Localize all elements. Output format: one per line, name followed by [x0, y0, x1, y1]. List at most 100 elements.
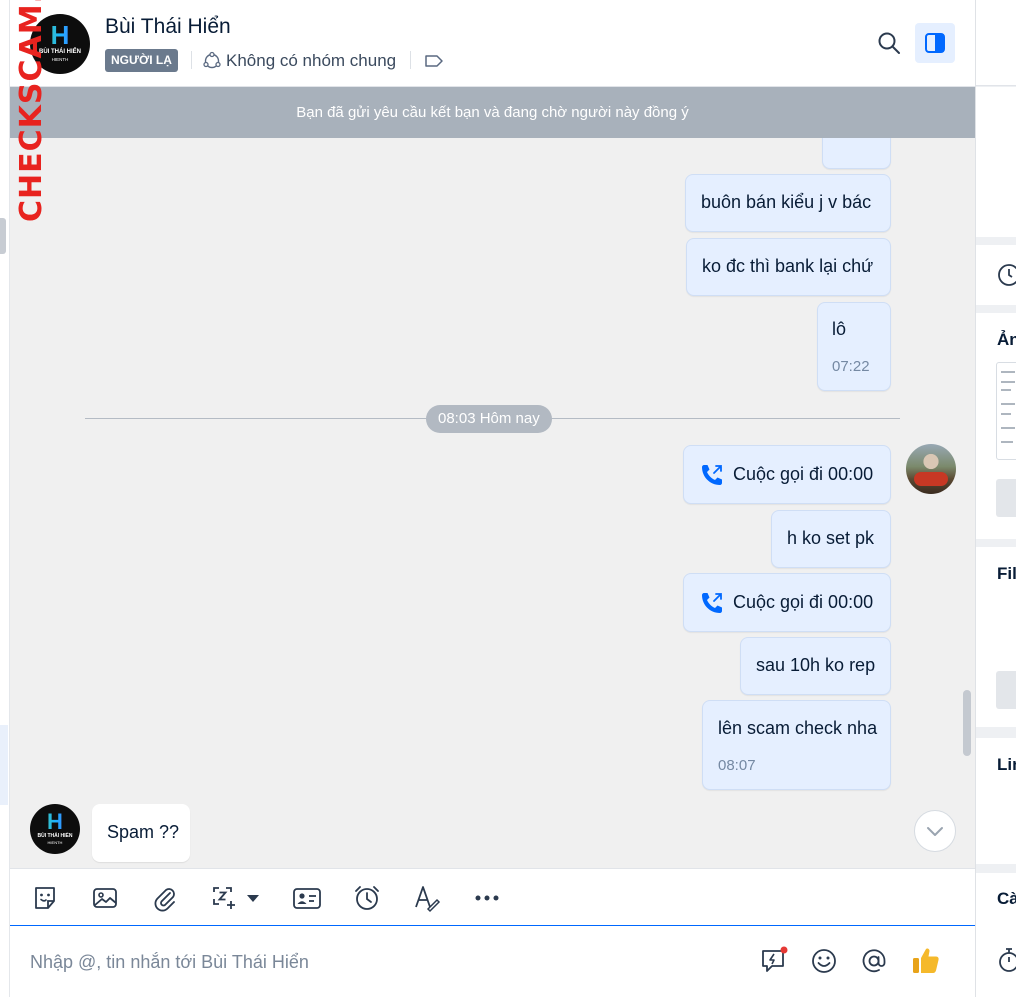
view-all-files-button[interactable]: [996, 671, 1016, 709]
call-message[interactable]: Cuộc gọi đi 00:00: [683, 573, 891, 632]
incoming-message-bubble[interactable]: Spam ??: [92, 804, 190, 862]
settings-section-label: Cà: [997, 889, 1016, 908]
stranger-badge: NGƯỜI LẠ: [105, 49, 178, 72]
my-avatar[interactable]: [906, 444, 956, 494]
call-label: Cuộc gọi đi 00:00: [733, 591, 874, 612]
divider: [410, 51, 411, 69]
message-bubble[interactable]: ko đc thì bank lại chứ: [686, 238, 891, 296]
more-options-button[interactable]: [472, 883, 502, 913]
chat-window: CHECKSCAM.INFO H BÙI THÁI HIỂN HIENTH Bù…: [0, 0, 1016, 997]
more-dots-icon: [475, 895, 499, 901]
alarm-clock-icon: [355, 886, 379, 910]
timer-icon: [999, 948, 1016, 972]
message-text: buôn bán kiểu j v bác: [701, 192, 872, 212]
avatar-logo-line2: HIENTH: [47, 840, 63, 845]
date-divider: 08:03 Hôm nay: [426, 405, 552, 433]
avatar-logo-line1: BÙI THÁI HIỂN: [39, 49, 81, 55]
reminder-button[interactable]: [352, 883, 382, 913]
scroll-to-bottom-button[interactable]: [914, 810, 956, 852]
message-time: 08:07: [718, 757, 756, 774]
group-icon: [203, 51, 221, 68]
reminder-section[interactable]: [976, 245, 1016, 305]
contact-avatar[interactable]: H BÙI THÁI HIỂN HIENTH: [30, 14, 90, 74]
message-bubble[interactable]: lên scam check nha 08:07: [702, 700, 891, 790]
quick-message-button[interactable]: [758, 945, 790, 977]
sidebar-scroll-handle[interactable]: [0, 218, 6, 254]
at-sign-icon: [862, 949, 886, 973]
thumbs-up-icon: [913, 948, 939, 973]
call-line: Cuộc gọi đi 00:00: [699, 590, 873, 616]
message-text: lô: [832, 319, 847, 339]
mention-button[interactable]: [858, 945, 890, 977]
emoji-icon: [812, 949, 836, 973]
outgoing-call-icon: [702, 465, 722, 485]
settings-section: Cà: [976, 873, 1016, 997]
conversation-header: H BÙI THÁI HIỂN HIENTH Bùi Thái Hiển NGƯ…: [10, 0, 975, 87]
label-tag-icon[interactable]: [423, 51, 445, 71]
quick-message-icon: [762, 946, 788, 972]
message-bubble[interactable]: buôn bán kiểu j v bác: [685, 174, 891, 232]
alarm-clock-icon: [998, 264, 1016, 286]
toggle-info-panel-button[interactable]: [915, 23, 955, 63]
outgoing-call-icon: [702, 593, 722, 613]
caret-down-icon: [247, 895, 259, 902]
message-text: lô: [838, 138, 852, 139]
sidebar-selected-item-edge[interactable]: [0, 725, 8, 805]
message-bubble[interactable]: lô: [822, 138, 891, 169]
links-section-label: Lin: [997, 755, 1016, 774]
side-panel-icon: [925, 33, 945, 53]
screenshot-icon: [213, 887, 235, 909]
info-panel-header: [976, 0, 1016, 86]
avatar-logo-line2: HIENTH: [51, 57, 69, 62]
avatar-logo-letter: H: [30, 22, 90, 48]
message-text: lên scam check nha: [718, 718, 878, 738]
call-label: Cuộc gọi đi 00:00: [733, 463, 874, 484]
images-section-label: Ản: [997, 330, 1016, 349]
image-thumbnail[interactable]: [996, 362, 1016, 460]
message-list[interactable]: lô buôn bán kiểu j v bác ko đc thì bank …: [10, 138, 975, 868]
sender-avatar[interactable]: H BÙI THÁI HIỂN HIENTH: [30, 804, 80, 854]
message-text: Spam ??: [107, 822, 180, 842]
screenshot-button[interactable]: [210, 883, 264, 913]
call-line: Cuộc gọi đi 00:00: [699, 462, 873, 488]
image-icon: [93, 888, 117, 908]
chat-scrollbar[interactable]: [963, 690, 971, 756]
contact-card-button[interactable]: [292, 883, 322, 913]
sticker-icon: [35, 887, 55, 909]
text-format-button[interactable]: [412, 883, 442, 913]
message-text: h ko set pk: [787, 528, 875, 548]
call-message[interactable]: Cuộc gọi đi 00:00: [683, 445, 891, 504]
view-all-images-button[interactable]: [996, 479, 1016, 517]
message-bubble[interactable]: h ko set pk: [771, 510, 891, 568]
search-icon[interactable]: [876, 30, 902, 56]
conversation-info-panel: Ản Fil Lin Cà: [975, 0, 1016, 997]
friend-request-banner: Bạn đã gửi yêu cầu kết bạn và đang chờ n…: [10, 87, 975, 138]
message-input[interactable]: [30, 947, 730, 977]
message-bubble[interactable]: lô 07:22: [817, 302, 891, 391]
common-groups[interactable]: Không có nhóm chung: [202, 49, 396, 72]
image-button[interactable]: [90, 883, 120, 913]
avatar-logo-letter: H: [30, 811, 80, 833]
text-format-icon: [415, 886, 441, 913]
composer: [10, 927, 975, 997]
attach-file-button[interactable]: [150, 883, 180, 913]
chevron-down-icon: [927, 827, 943, 836]
message-text: ko đc thì bank lại chứ: [702, 256, 874, 276]
files-section-label: Fil: [997, 564, 1016, 583]
divider: [191, 51, 192, 69]
contact-name[interactable]: Bùi Thái Hiển: [105, 15, 231, 39]
message-time: 07:22: [832, 358, 870, 375]
links-section: Lin: [976, 738, 1016, 864]
message-bubble[interactable]: sau 10h ko rep: [740, 637, 891, 695]
info-panel-profile: [976, 87, 1016, 237]
emoji-button[interactable]: [808, 945, 840, 977]
avatar-logo-line1: BÙI THÁI HIỂN: [37, 833, 73, 839]
composer-toolbar: [10, 868, 975, 926]
paperclip-icon: [154, 888, 175, 912]
contact-card-icon: [293, 888, 321, 909]
like-button[interactable]: [910, 945, 942, 977]
common-groups-label: Không có nhóm chung: [226, 50, 397, 70]
message-text: sau 10h ko rep: [756, 655, 876, 675]
sticker-button[interactable]: [30, 883, 60, 913]
left-sidebar-edge: [0, 0, 10, 997]
